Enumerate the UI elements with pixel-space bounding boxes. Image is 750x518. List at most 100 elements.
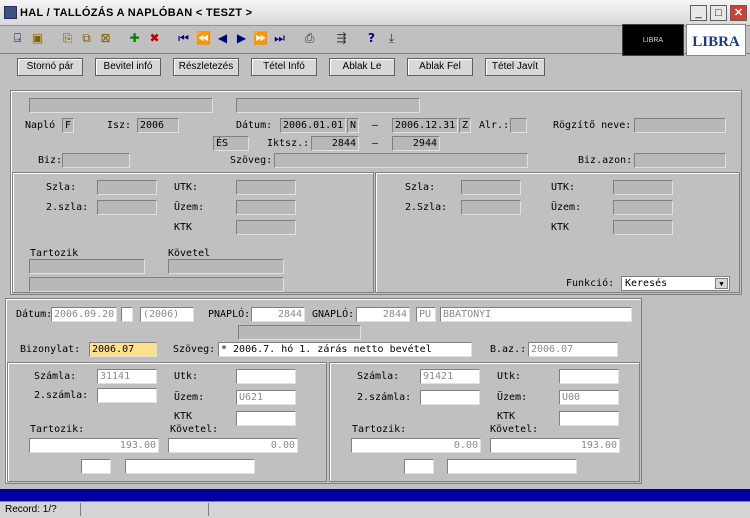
- naplo-field[interactable]: F: [62, 118, 74, 133]
- door-exit-icon[interactable]: ⍈: [8, 28, 27, 48]
- ktk-right-field[interactable]: [613, 220, 673, 235]
- minimize-button[interactable]: _: [690, 5, 707, 21]
- first-icon[interactable]: ⏮: [174, 28, 193, 48]
- iktsz-from-field[interactable]: 2844: [311, 136, 359, 151]
- szoveg-search-label: Szöveg:: [230, 155, 273, 166]
- bizazon-field[interactable]: [634, 153, 726, 168]
- datum-from-field[interactable]: 2006.01.01: [280, 118, 346, 133]
- reszletezes-button[interactable]: Részletezés: [173, 58, 239, 76]
- isz-field[interactable]: 2006: [137, 118, 179, 133]
- copy-icon[interactable]: ⧉: [77, 28, 96, 48]
- ktk-right-rec-field[interactable]: [559, 411, 619, 426]
- storno-button[interactable]: Stornó pár: [17, 58, 83, 76]
- szoveg-search-field[interactable]: [274, 153, 528, 168]
- ablak-le-button[interactable]: Ablak Le: [329, 58, 395, 76]
- uzem-label: Üzem:: [174, 202, 205, 213]
- alr-field[interactable]: [510, 118, 527, 133]
- message-line: [0, 489, 750, 501]
- szamla2-left-field[interactable]: [97, 388, 157, 403]
- datum-to-field[interactable]: 2006.12.31: [392, 118, 458, 133]
- print-icon[interactable]: ⎙: [300, 28, 319, 48]
- prev-page-icon[interactable]: ⏪: [194, 28, 213, 48]
- uzem-field[interactable]: [236, 200, 296, 215]
- biz-field[interactable]: [62, 153, 130, 168]
- remove-icon[interactable]: ✖: [145, 28, 164, 48]
- right-bottom-field-1[interactable]: [404, 459, 434, 474]
- left-bottom-field-1[interactable]: [81, 459, 111, 474]
- tetel-javit-button[interactable]: Tétel Javít: [485, 58, 545, 76]
- ktk-left-field[interactable]: [236, 411, 296, 426]
- funkcio-select[interactable]: Keresés ▼: [621, 276, 730, 291]
- gnaplo-code-field[interactable]: PU: [416, 307, 436, 322]
- record-extra-field[interactable]: [238, 325, 361, 340]
- uzem-right-rec-field[interactable]: U00: [559, 390, 619, 405]
- ktk-field[interactable]: [236, 220, 296, 235]
- kovetel-left-label: Követel:: [170, 424, 219, 435]
- szamla-right-field[interactable]: 91421: [420, 369, 480, 384]
- bevitel-info-button[interactable]: Bevitel infó: [95, 58, 161, 76]
- datum-label: Dátum:: [236, 120, 273, 131]
- szla2-field[interactable]: [97, 200, 157, 215]
- datum-rec-field[interactable]: 2006.09.20: [51, 307, 117, 322]
- naplo-label: Napló: [25, 120, 56, 131]
- arrows-icon[interactable]: ⇶: [332, 28, 351, 48]
- search-extra-field[interactable]: [29, 277, 284, 292]
- ablak-fel-button[interactable]: Ablak Fel: [407, 58, 473, 76]
- last-icon[interactable]: ⏭: [270, 28, 289, 48]
- utk-left-field[interactable]: [236, 369, 296, 384]
- help-icon[interactable]: ?: [362, 28, 381, 48]
- datum-rec-flag[interactable]: [121, 307, 133, 322]
- kovetel-search-field[interactable]: [168, 259, 284, 274]
- rogzito-field[interactable]: [634, 118, 726, 133]
- szla2-right-label: 2.Szla:: [405, 202, 448, 213]
- tetel-info-button[interactable]: Tétel Infó: [251, 58, 317, 76]
- pnaplo-field[interactable]: 2844: [251, 307, 305, 322]
- tartozik-left-field[interactable]: 193.00: [29, 438, 159, 453]
- iktsz-to-field[interactable]: 2944: [392, 136, 440, 151]
- szoveg-rec-label: Szöveg:: [173, 344, 216, 355]
- ktk-right-label: KTK: [551, 222, 570, 233]
- utk-right-rec-field[interactable]: [559, 369, 619, 384]
- utk-right-field[interactable]: [613, 180, 673, 195]
- left-bottom-field-2[interactable]: [125, 459, 255, 474]
- datum-to-flag[interactable]: Z: [459, 118, 471, 133]
- baz-field[interactable]: 2006.07: [528, 342, 618, 357]
- query-icon[interactable]: ⎘: [58, 28, 77, 48]
- prev-icon[interactable]: ◀: [213, 28, 232, 48]
- kovetel-right-field[interactable]: 193.00: [490, 438, 620, 453]
- save-icon[interactable]: ▣: [28, 28, 47, 48]
- utk-field[interactable]: [236, 180, 296, 195]
- gnaplo-field[interactable]: 2844: [356, 307, 410, 322]
- search-top-field-1[interactable]: [29, 98, 213, 113]
- szamla-left-field[interactable]: 31141: [97, 369, 157, 384]
- gnaplo-name-field[interactable]: BBATONYI: [440, 307, 632, 322]
- next-icon[interactable]: ▶: [232, 28, 251, 48]
- szla-field[interactable]: [97, 180, 157, 195]
- status-divider: [208, 503, 209, 516]
- uzem-left-field[interactable]: U621: [236, 390, 296, 405]
- download-icon[interactable]: ⤓: [382, 28, 401, 48]
- bizonylat-field[interactable]: 2006.07: [89, 342, 157, 357]
- delete-doc-icon[interactable]: ⊠: [96, 28, 115, 48]
- szla-right-field[interactable]: [461, 180, 521, 195]
- tartozik-right-field[interactable]: 0.00: [351, 438, 481, 453]
- add-icon[interactable]: ✚: [125, 28, 144, 48]
- ktk-left-label: KTK: [174, 411, 193, 422]
- right-bottom-field-2[interactable]: [447, 459, 577, 474]
- uzem-right-field[interactable]: [613, 200, 673, 215]
- close-button[interactable]: ✕: [730, 5, 747, 21]
- search-top-field-2[interactable]: [236, 98, 420, 113]
- maximize-button[interactable]: □: [710, 5, 727, 21]
- chevron-down-icon[interactable]: ▼: [715, 278, 728, 289]
- next-page-icon[interactable]: ⏩: [251, 28, 270, 48]
- datum-from-flag[interactable]: N: [347, 118, 359, 133]
- szamla2-right-field[interactable]: [420, 390, 480, 405]
- tartozik-search-field[interactable]: [29, 259, 145, 274]
- ev-field[interactable]: (2006): [140, 307, 194, 322]
- szoveg-rec-field[interactable]: * 2006.7. hó 1. zárás netto bevétel: [218, 342, 472, 357]
- kovetel-search-label: Követel: [168, 248, 211, 259]
- szla2-right-field[interactable]: [461, 200, 521, 215]
- uzem-right-label: Üzem:: [551, 202, 582, 213]
- kovetel-left-field[interactable]: 0.00: [168, 438, 298, 453]
- szamla2-right-label: 2.számla:: [357, 392, 412, 403]
